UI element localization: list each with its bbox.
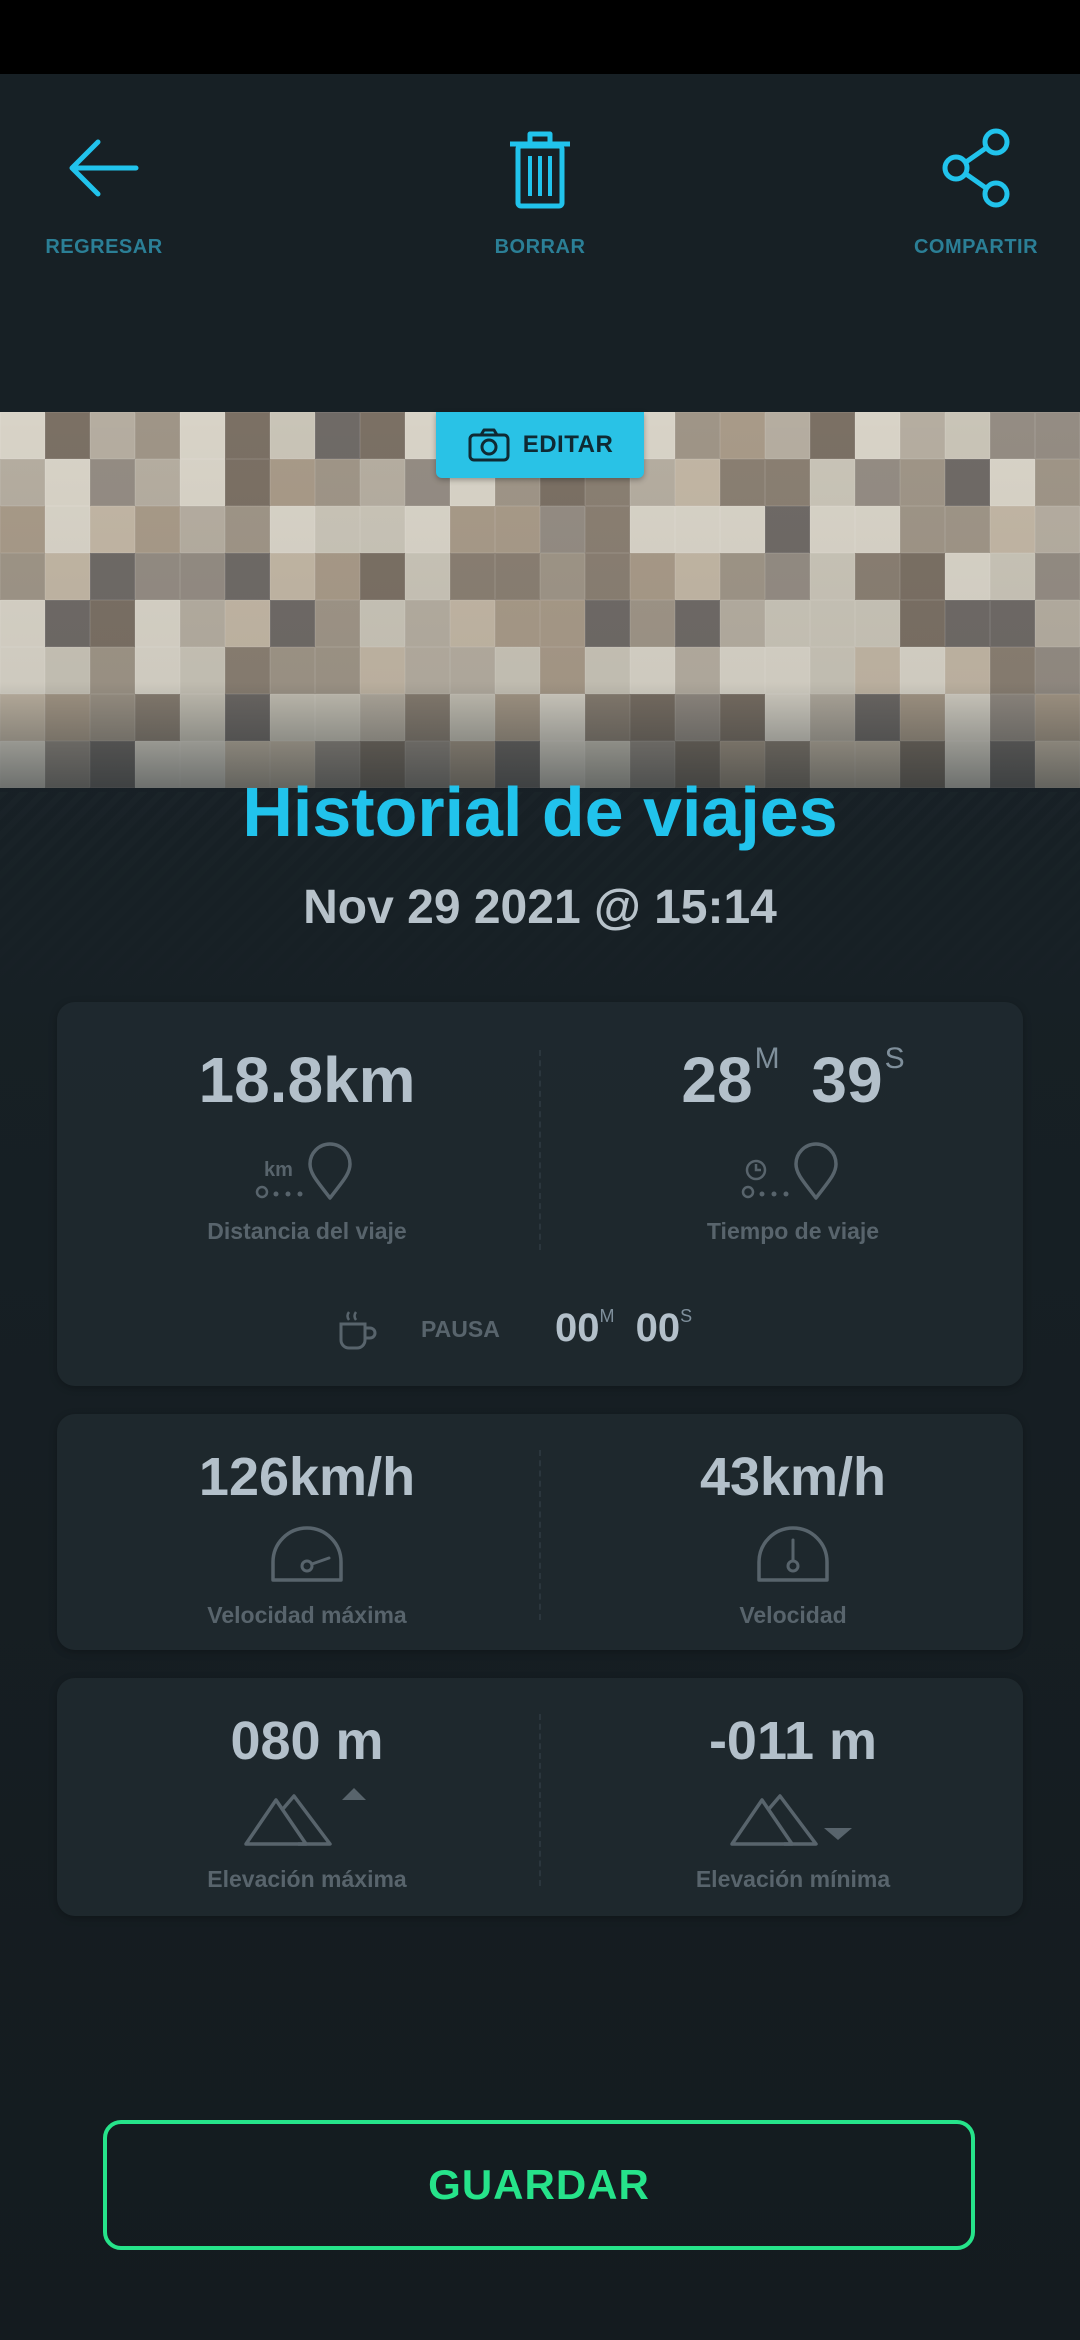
svg-text:km: km: [264, 1159, 293, 1181]
speedometer-icon: [753, 1522, 833, 1586]
edit-label: EDITAR: [522, 431, 614, 458]
time-pin-icon: [738, 1142, 848, 1206]
pause-seconds: 00: [635, 1306, 681, 1350]
edit-photo-button[interactable]: EDITAR: [436, 412, 644, 478]
distance-label: Distancia del viaje: [207, 1218, 407, 1244]
trip-time-seconds-unit: S: [884, 1042, 905, 1075]
arrow-left-icon: [54, 118, 154, 218]
save-label: GUARDAR: [428, 2161, 650, 2208]
avg-speed-value: 43km/h: [699, 1447, 887, 1507]
delete-button[interactable]: BORRAR: [430, 118, 650, 348]
back-button[interactable]: REGRESAR: [0, 118, 214, 348]
speedometer-high-icon: [267, 1522, 347, 1586]
trip-time-seconds: 39: [811, 1044, 883, 1116]
trash-icon: [490, 118, 590, 218]
trip-time-minutes: 28: [681, 1044, 753, 1116]
card-divider: [539, 1714, 541, 1886]
delete-label: BORRAR: [494, 236, 586, 258]
pause-label: PAUSA: [421, 1316, 500, 1342]
pause-minutes: 00: [555, 1306, 600, 1350]
pause-value: 00M 00S: [555, 1306, 692, 1351]
share-button[interactable]: COMPARTIR: [866, 118, 1080, 348]
save-button[interactable]: GUARDAR: [103, 2120, 975, 2250]
avg-speed-stat: 43km/h Velocidad: [583, 1450, 1003, 1629]
card-divider: [539, 1450, 541, 1620]
trip-time-stat: 28M 39S Tiempo de viaje: [583, 1044, 1003, 1245]
trip-history-screen: REGRESAR BORRAR COMPARTIR EDITAR Histori…: [0, 0, 1080, 2340]
card-divider: [539, 1050, 541, 1250]
elevation-card: 080 m Elevación máxima -011 m Elevación …: [57, 1678, 1023, 1916]
mountain-up-icon: [242, 1786, 372, 1850]
distance-stat: 18.8km km Distancia del viaje: [97, 1048, 517, 1245]
camera-icon: [467, 427, 511, 463]
share-label: COMPARTIR: [913, 236, 1039, 258]
page-title: Historial de viajes: [242, 773, 838, 851]
pause-minutes-unit: M: [599, 1306, 615, 1326]
pause-row: PAUSA 00M 00S: [57, 1300, 1023, 1360]
trip-time-minutes-unit: M: [754, 1042, 780, 1075]
max-speed-value: 126km/h: [198, 1447, 416, 1507]
max-elevation-stat: 080 m Elevación máxima: [97, 1714, 517, 1893]
min-elevation-stat: -011 m Elevación mínima: [583, 1714, 1003, 1893]
speed-card: 126km/h Velocidad máxima 43km/h Velocida…: [57, 1414, 1023, 1650]
trip-time-label: Tiempo de viaje: [706, 1218, 880, 1244]
max-elevation-value: 080 m: [230, 1711, 384, 1771]
status-bar: [0, 0, 1080, 74]
distance-value: 18.8km: [198, 1044, 416, 1116]
min-elevation-value: -011 m: [708, 1711, 878, 1771]
coffee-cup-icon: [335, 1308, 379, 1352]
share-icon: [926, 118, 1026, 218]
pause-seconds-unit: S: [680, 1306, 693, 1326]
trip-summary-card: 18.8km km Distancia del viaje 28M 39S Ti…: [57, 1002, 1023, 1386]
max-speed-label: Velocidad máxima: [207, 1602, 407, 1628]
max-speed-stat: 126km/h Velocidad máxima: [97, 1450, 517, 1629]
max-elevation-label: Elevación máxima: [207, 1866, 407, 1892]
distance-pin-icon: km: [252, 1142, 362, 1206]
trip-datetime: Nov 29 2021 @ 15:14: [303, 881, 777, 934]
trip-time-value: 28M 39S: [681, 1044, 904, 1113]
back-label: REGRESAR: [45, 236, 163, 258]
mountain-down-icon: [728, 1786, 858, 1850]
min-elevation-label: Elevación mínima: [695, 1866, 891, 1892]
avg-speed-label: Velocidad: [739, 1602, 847, 1628]
